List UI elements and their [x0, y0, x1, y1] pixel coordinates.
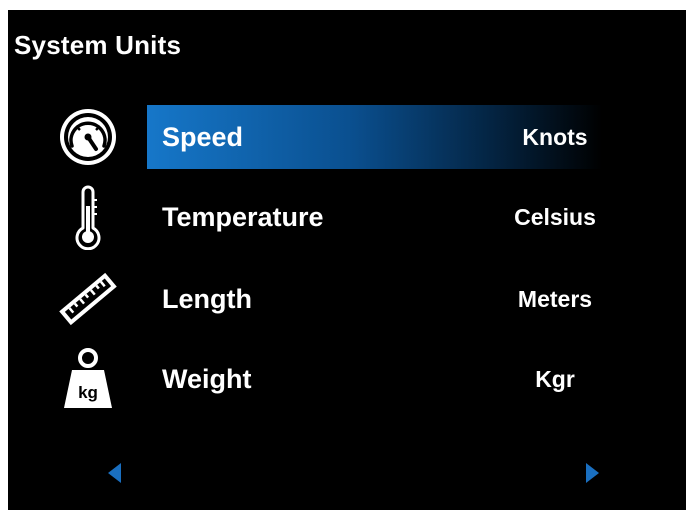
unit-value-speed[interactable]: Knots — [492, 102, 618, 172]
unit-label-length: Length — [162, 284, 252, 314]
arrow-left-icon — [108, 463, 121, 483]
page-title: System Units — [14, 30, 182, 60]
unit-row-weight[interactable]: kg Weight Kgr — [8, 344, 686, 414]
unit-value-weight[interactable]: Kgr — [492, 344, 618, 414]
speedometer-icon — [52, 104, 124, 170]
unit-label-weight: Weight — [162, 364, 252, 394]
unit-value-temperature[interactable]: Celsius — [492, 182, 618, 252]
unit-row-length[interactable]: Length Meters — [8, 264, 686, 334]
ruler-icon — [52, 266, 124, 332]
system-units-screen: System Units Speed Knots Temperature Cel… — [8, 10, 686, 510]
unit-label-temperature: Temperature — [162, 202, 324, 232]
unit-value-length[interactable]: Meters — [492, 264, 618, 334]
weight-icon-text: kg — [78, 383, 98, 402]
thermometer-icon — [52, 184, 124, 250]
unit-row-speed[interactable]: Speed Knots — [8, 102, 686, 172]
arrow-right-icon — [586, 463, 599, 483]
prev-page-button[interactable] — [103, 461, 127, 485]
weight-kg-icon: kg — [52, 346, 124, 412]
unit-row-temperature[interactable]: Temperature Celsius — [8, 182, 686, 252]
next-page-button[interactable] — [580, 461, 604, 485]
unit-label-speed: Speed — [162, 122, 244, 152]
